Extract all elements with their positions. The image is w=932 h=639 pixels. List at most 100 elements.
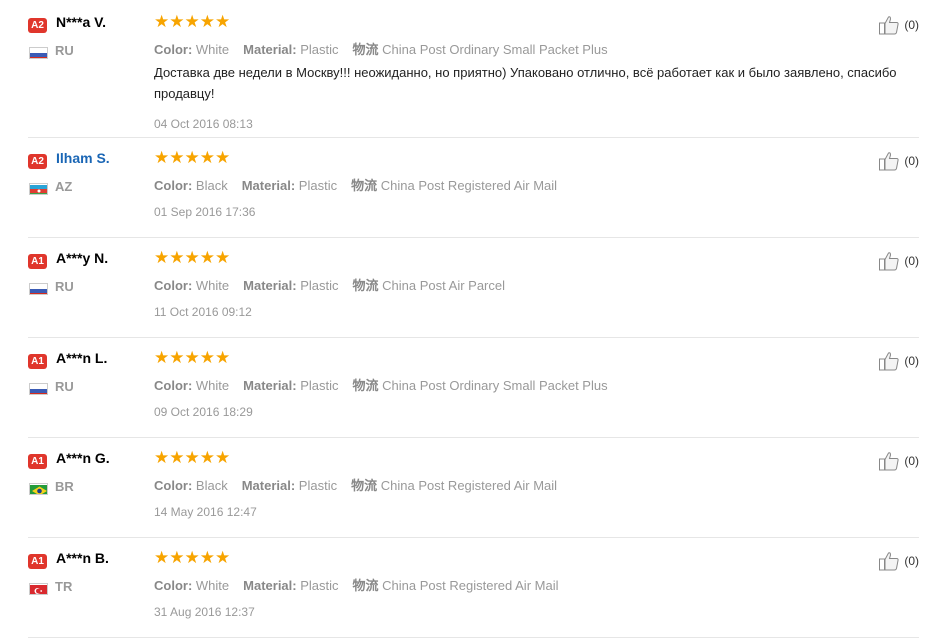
helpful-vote[interactable]: (0) [878,14,919,36]
review-date: 31 Aug 2016 12:37 [154,605,255,619]
review-date: 11 Oct 2016 09:12 [154,305,252,319]
thumbs-up-icon[interactable] [878,550,900,572]
attribute-key: Material: [243,378,297,393]
thumbs-up-icon[interactable] [878,250,900,272]
country-flag-icon [29,583,48,595]
country-flag-icon [29,483,48,495]
helpful-count: (0) [904,354,919,368]
attribute-key: Color: [154,178,193,193]
attribute-key: Material: [243,578,297,593]
thumbs-up-icon[interactable] [878,14,900,36]
buyer-name: A***n G. [56,450,110,466]
helpful-vote[interactable]: (0) [878,250,919,272]
star-rating: ★★★★★ [154,348,231,367]
order-attributes: Color: Black Material: Plastic 物流 China Po… [154,175,571,194]
order-attributes: Color: Black Material: Plastic 物流 China Po… [154,475,571,494]
attribute-value: Plastic [298,178,338,193]
attribute-key: 物流 [352,578,379,593]
buyer-level-badge: A2 [28,18,47,33]
order-attributes: Color: White Material: Plastic 物流 China Po… [154,375,622,394]
attribute-value: China Post Registered Air Mail [380,478,558,493]
thumbs-up-icon[interactable] [878,450,900,472]
country-code: AZ [55,179,73,194]
review-date: 09 Oct 2016 18:29 [154,405,253,419]
review-list: A2 N***a V. RU ★★★★★ Color: White Material: P… [0,0,932,639]
country-code: RU [55,379,74,394]
attribute-value: Plastic [298,478,338,493]
attribute-key: 物流 [352,278,379,293]
buyer-name: A***n L. [56,350,108,366]
buyer-name[interactable]: Ilham S. [56,150,110,166]
helpful-count: (0) [904,154,919,168]
review-item: A1 A***n G. BR ★★★★★ Color: Black Material: P… [28,437,919,538]
buyer-name: A***y N. [56,250,109,266]
attribute-key: Material: [243,42,297,57]
country-code: RU [55,279,74,294]
review-date: 14 May 2016 12:47 [154,505,257,519]
attribute-value: Plastic [300,42,339,57]
attribute-value: Black [195,178,228,193]
star-rating: ★★★★★ [154,248,231,267]
attribute-value: Plastic [300,578,339,593]
order-attributes: Color: White Material: Plastic 物流 China Po… [154,275,519,294]
review-date: 01 Sep 2016 17:36 [154,205,256,219]
helpful-count: (0) [904,554,919,568]
star-rating: ★★★★★ [154,448,231,467]
attribute-value: White [195,378,230,393]
country-flag-icon [29,383,48,395]
country-flag-icon [29,47,48,59]
attribute-value: China Post Ordinary Small Packet Plus [382,378,608,393]
attribute-key: Color: [154,378,193,393]
helpful-count: (0) [904,454,919,468]
attribute-key: 物流 [351,178,378,193]
helpful-count: (0) [904,254,919,268]
attribute-key: Material: [241,478,296,493]
attribute-value: Plastic [300,278,339,293]
buyer-level-badge: A2 [28,154,47,169]
review-item: A2 N***a V. RU ★★★★★ Color: White Material: P… [28,0,919,138]
attribute-value: White [195,278,230,293]
attribute-key: Color: [154,478,193,493]
buyer-level-badge: A1 [28,554,47,569]
buyer-level-badge: A1 [28,354,47,369]
country-flag-icon [29,283,48,295]
attribute-value: Black [195,478,228,493]
country-flag-icon [29,183,48,195]
country-code: RU [55,43,74,58]
attribute-key: 物流 [352,42,379,57]
thumbs-up-icon[interactable] [878,150,900,172]
review-item: A2 Ilham S. AZ ★★★★★ Color: Black Material: P… [28,137,919,238]
review-item: A1 A***y N. RU ★★★★★ Color: White Material: P… [28,237,919,338]
attribute-value: White [195,42,230,57]
review-item: A1 A***n L. RU ★★★★★ Color: White Material: P… [28,337,919,438]
country-code: BR [55,479,74,494]
attribute-value: China Post Registered Air Mail [382,578,559,593]
buyer-level-badge: A1 [28,254,47,269]
order-attributes: Color: White Material: Plastic 物流 China Po… [154,575,572,594]
attribute-value: China Post Air Parcel [382,278,506,293]
attribute-key: Color: [154,42,193,57]
order-attributes: Color: White Material: Plastic 物流 China Po… [154,39,622,58]
helpful-vote[interactable]: (0) [878,350,919,372]
helpful-vote[interactable]: (0) [878,450,919,472]
buyer-name: A***n B. [56,550,109,566]
star-rating: ★★★★★ [154,12,231,31]
attribute-key: Color: [154,278,193,293]
thumbs-up-icon[interactable] [878,350,900,372]
helpful-vote[interactable]: (0) [878,150,919,172]
attribute-value: China Post Ordinary Small Packet Plus [382,42,608,57]
country-code: TR [55,579,73,594]
helpful-vote[interactable]: (0) [878,550,919,572]
attribute-key: Material: [241,178,296,193]
star-rating: ★★★★★ [154,548,231,567]
buyer-level-badge: A1 [28,454,47,469]
star-rating: ★★★★★ [154,148,231,167]
attribute-key: 物流 [352,378,379,393]
attribute-key: Color: [154,578,193,593]
attribute-key: 物流 [351,478,378,493]
attribute-key: Material: [243,278,297,293]
review-item: A1 A***n B. TR ★★★★★ Color: White Material: P… [28,537,919,638]
buyer-name: N***a V. [56,14,107,30]
attribute-value: China Post Registered Air Mail [380,178,558,193]
attribute-value: Plastic [300,378,339,393]
